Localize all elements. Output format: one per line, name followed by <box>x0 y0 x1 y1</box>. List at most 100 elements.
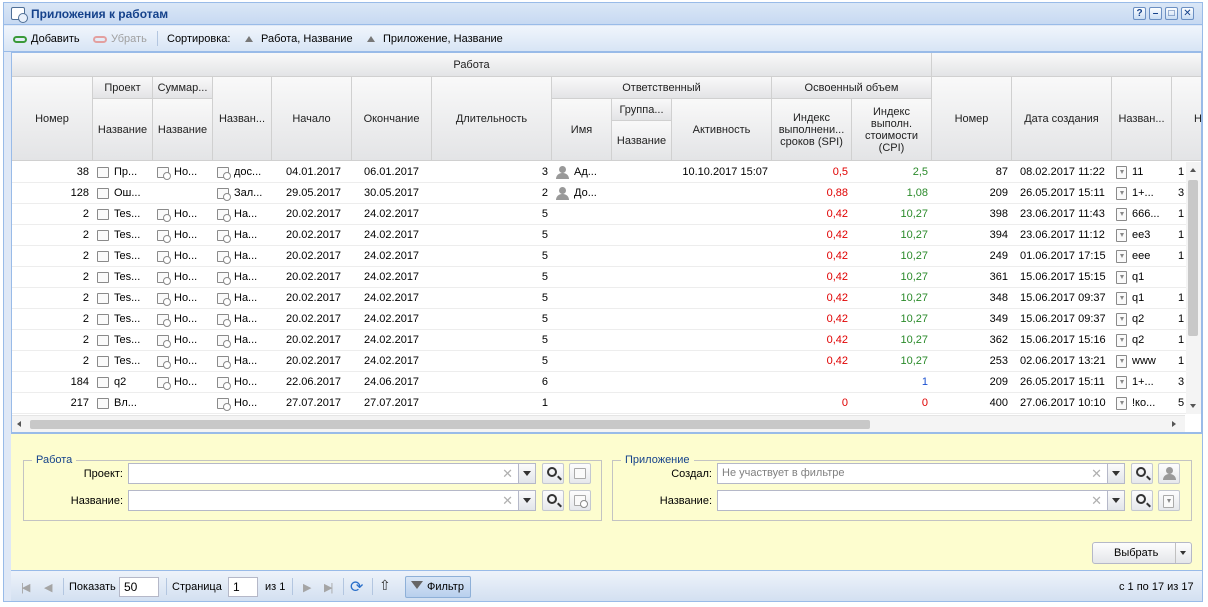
header-project-name[interactable]: Название <box>93 99 153 161</box>
maximize-button[interactable]: □ <box>1165 7 1178 20</box>
header-responsible: Ответственный <box>552 77 772 99</box>
table-row[interactable]: 2 Tes... Но... На... 20.02.2017 24.02.2017 5 0,… <box>12 225 1201 246</box>
cell-end: 24.02.2017 <box>352 351 432 372</box>
page-size-input[interactable]: 50 <box>119 577 159 597</box>
cell-number: 2 <box>12 351 93 372</box>
cell-start: 22.06.2017 <box>272 372 352 393</box>
work-name-search-button[interactable] <box>542 490 564 511</box>
scroll-up-icon[interactable] <box>1190 168 1196 172</box>
cell-project-text: Tes... <box>114 208 141 220</box>
work-name-combo[interactable]: ✕ <box>128 490 536 511</box>
header-person-name[interactable]: Имя <box>552 99 612 161</box>
cell-start-text: 20.02.2017 <box>286 229 342 241</box>
cell-summary-text: Но... <box>174 250 198 262</box>
project-icon <box>574 468 586 479</box>
header-name[interactable]: Назван... <box>213 77 272 161</box>
dropdown-trigger[interactable] <box>1107 491 1124 510</box>
clear-icon[interactable]: ✕ <box>502 466 513 482</box>
page-label: Страница <box>172 581 222 593</box>
horizontal-scrollbar[interactable] <box>12 415 1185 432</box>
header-attachment-number[interactable]: Номер <box>932 77 1012 161</box>
link-icon <box>13 35 27 43</box>
sort-work-name-button[interactable]: Работа, Название <box>242 33 353 45</box>
scroll-down-icon[interactable] <box>1190 404 1196 408</box>
first-page-icon[interactable]: |◀ <box>21 581 30 594</box>
export-icon[interactable]: ⇧ <box>379 577 391 594</box>
help-button[interactable]: ? <box>1133 7 1146 20</box>
horizontal-scroll-thumb[interactable] <box>30 420 870 429</box>
header-group-name[interactable]: Название <box>612 121 672 161</box>
refresh-icon[interactable]: ⟳ <box>350 577 363 597</box>
header-duration[interactable]: Длительность <box>432 77 552 161</box>
download-button[interactable] <box>1158 490 1180 511</box>
remove-button[interactable]: Убрать <box>93 33 147 45</box>
dropdown-trigger[interactable] <box>518 491 535 510</box>
table-row[interactable]: 2 Tes... Но... На... 20.02.2017 24.02.2017 5 0,… <box>12 330 1201 351</box>
cell-start-text: 04.01.2017 <box>286 166 342 178</box>
header-cut-column[interactable]: Н <box>1172 77 1201 161</box>
table-row[interactable]: 2 Tes... Но... На... 20.02.2017 24.02.2017 5 0,… <box>12 204 1201 225</box>
table-row[interactable]: 217 Вл... Но... 27.07.2017 27.07.2017 1 0 0 400 2… <box>12 393 1201 414</box>
cell-duration-text: 6 <box>541 376 548 388</box>
app-name-search-button[interactable] <box>1131 490 1153 511</box>
header-created[interactable]: Дата создания <box>1012 77 1112 161</box>
dropdown-trigger[interactable] <box>1107 464 1124 483</box>
clear-icon[interactable]: ✕ <box>502 493 513 509</box>
filter-button[interactable]: Фильтр <box>405 576 471 598</box>
header-summary-name[interactable]: Название <box>153 99 213 161</box>
header-end[interactable]: Окончание <box>352 77 432 161</box>
scroll-left-icon[interactable] <box>17 421 21 427</box>
dropdown-trigger[interactable] <box>518 464 535 483</box>
header-number[interactable]: Номер <box>12 77 93 161</box>
project-open-button[interactable] <box>569 463 591 484</box>
add-button[interactable]: Добавить <box>13 33 80 45</box>
app-name-combo[interactable]: ✕ <box>717 490 1125 511</box>
next-page-icon[interactable]: ▶ <box>303 581 312 594</box>
table-row[interactable]: 38 Пр... Но... дос... 04.01.2017 06.01.2017 3 А… <box>12 162 1201 183</box>
project-search-button[interactable] <box>542 463 564 484</box>
cell-spi: 0,42 <box>772 288 852 309</box>
user-select-button[interactable] <box>1158 463 1180 484</box>
header-start[interactable]: Начало <box>272 77 352 161</box>
select-button[interactable]: Выбрать <box>1092 542 1192 564</box>
header-activity[interactable]: Активность <box>672 99 772 161</box>
last-page-icon[interactable]: ▶| <box>324 581 333 594</box>
vertical-scrollbar[interactable] <box>1186 162 1201 414</box>
window-titlebar[interactable]: Приложения к работам ? – □ ✕ <box>4 3 1202 25</box>
work-open-button[interactable] <box>569 490 591 511</box>
cell-cpi-text: 10,27 <box>900 313 928 325</box>
clear-icon[interactable]: ✕ <box>1091 493 1102 509</box>
table-row[interactable]: 2 Tes... Но... На... 20.02.2017 24.02.2017 5 0,… <box>12 288 1201 309</box>
table-row[interactable]: 2 Tes... Но... На... 20.02.2017 24.02.2017 5 0,… <box>12 309 1201 330</box>
sort-app-name-button[interactable]: Приложение, Название <box>364 33 503 45</box>
vertical-scroll-thumb[interactable] <box>1188 180 1198 336</box>
table-row[interactable]: 2 Tes... Но... На... 20.02.2017 24.02.2017 5 0,… <box>12 246 1201 267</box>
table-row[interactable]: 184 q2 Но... Но... 22.06.2017 24.06.2017 6 1 209… <box>12 372 1201 393</box>
header-spi[interactable]: Индекс выполнени... сроков (SPI) <box>772 99 852 161</box>
table-row[interactable]: 2 Tes... Но... На... 20.02.2017 24.02.2017 5 0,… <box>12 351 1201 372</box>
created-by-combo[interactable]: Не участвует в фильтре ✕ <box>717 463 1125 484</box>
cell-person <box>552 372 612 393</box>
header-cpi[interactable]: Индекс выполн. стоимости (CPI) <box>852 99 932 161</box>
cell-created: 23.06.2017 11:12 <box>1012 225 1112 246</box>
project-combo[interactable]: ✕ <box>128 463 536 484</box>
cell-name: На... <box>213 330 272 351</box>
sort-label: Сортировка: <box>167 33 231 45</box>
table-row[interactable]: 2 Tes... Но... На... 20.02.2017 24.02.2017 5 0,… <box>12 267 1201 288</box>
created-by-search-button[interactable] <box>1131 463 1153 484</box>
table-row[interactable]: 128 Ош... Зал... 29.05.2017 30.05.2017 2 До...… <box>12 183 1201 204</box>
cell-project: Tes... <box>93 309 153 330</box>
clear-icon[interactable]: ✕ <box>1091 466 1102 482</box>
minimize-button[interactable]: – <box>1149 7 1162 20</box>
cell-summary-text: Но... <box>174 271 198 283</box>
cell-number-text: 2 <box>82 355 89 367</box>
cell-cut: 3 <box>1172 372 1186 393</box>
close-button[interactable]: ✕ <box>1181 7 1194 20</box>
scroll-right-icon[interactable] <box>1172 421 1176 427</box>
header-attachment-name[interactable]: Назван... <box>1112 77 1172 161</box>
prev-page-icon[interactable]: ◀ <box>44 581 53 594</box>
cell-summary: Но... <box>153 309 213 330</box>
page-input[interactable]: 1 <box>228 577 258 597</box>
select-dropdown-icon[interactable] <box>1175 543 1191 563</box>
cell-spi: 0,88 <box>772 183 852 204</box>
